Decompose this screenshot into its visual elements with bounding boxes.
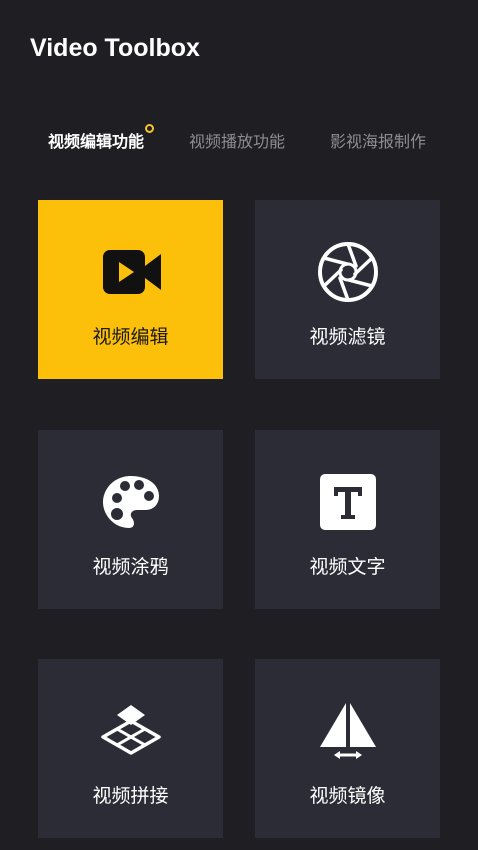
video-camera-icon xyxy=(102,250,161,294)
tile-video-text[interactable]: 视频文字 xyxy=(255,430,440,609)
mirror-icon xyxy=(319,703,376,759)
tool-grid: 视频编辑 视频滤镜 视频涂鸦 视频文字 视频拼接 视频镜像 xyxy=(0,0,478,850)
aperture-icon xyxy=(317,242,378,302)
tile-video-doodle[interactable]: 视频涂鸦 xyxy=(38,430,223,609)
tile-video-filter[interactable]: 视频滤镜 xyxy=(255,200,440,379)
tile-label: 视频拼接 xyxy=(92,785,169,807)
tile-label: 视频文字 xyxy=(309,556,386,578)
tile-video-splice[interactable]: 视频拼接 xyxy=(38,659,223,838)
text-t-icon xyxy=(319,474,376,530)
tile-video-edit[interactable]: 视频编辑 xyxy=(38,200,223,379)
palette-icon xyxy=(102,476,159,528)
tile-label: 视频编辑 xyxy=(92,326,169,348)
tile-label: 视频涂鸦 xyxy=(92,556,169,578)
tile-label: 视频滤镜 xyxy=(309,326,386,348)
layers-icon xyxy=(100,705,161,755)
tile-label: 视频镜像 xyxy=(309,785,386,807)
tile-video-mirror[interactable]: 视频镜像 xyxy=(255,659,440,838)
app-screen: Video Toolbox 视频编辑功能 视频播放功能 影视海报制作 视频编辑 xyxy=(0,0,478,850)
